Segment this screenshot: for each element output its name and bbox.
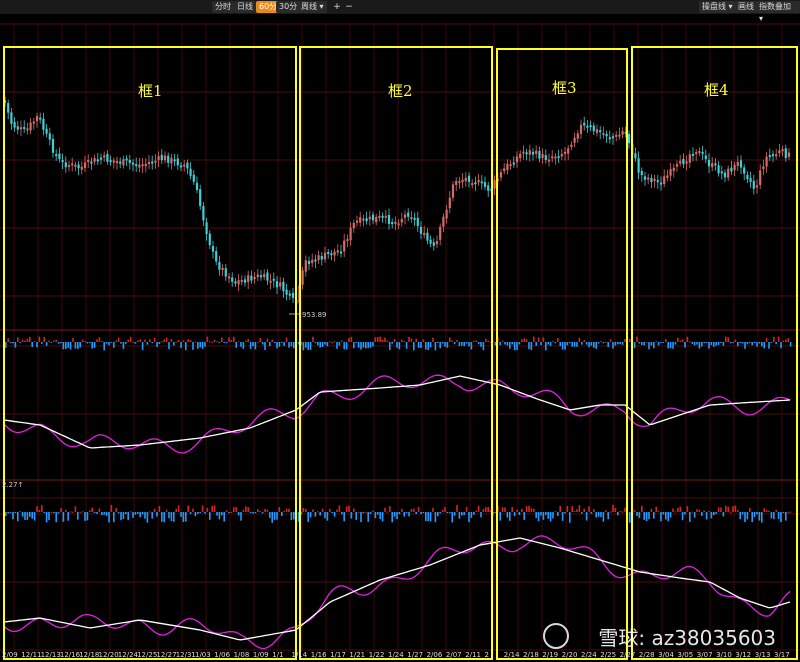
date-axis-label: 1/21 bbox=[349, 651, 366, 659]
date-axis-label: 1/27 bbox=[407, 651, 424, 659]
trade-line-dropdown[interactable]: 操盘线 ▾ bbox=[699, 1, 736, 13]
price-low-label: 953.89 bbox=[302, 311, 327, 319]
indicator-side-label: 2.27↑ bbox=[2, 481, 24, 489]
date-axis-label: 2/20 bbox=[561, 651, 578, 659]
date-axis-label: 12/25 bbox=[137, 651, 158, 659]
annotation-frame-4 bbox=[631, 46, 798, 660]
date-axis-label: 2/27 bbox=[619, 651, 636, 659]
draw-line-button[interactable]: 画线 bbox=[735, 1, 757, 13]
frame-4-label: 框4 bbox=[704, 81, 729, 99]
date-axis-label: 12/27 bbox=[156, 651, 177, 659]
chart-toolbar: 分时 日线 60分 30分 周线 ▾ + − 操盘线 ▾ 画线 指数叠加 ▾ bbox=[0, 0, 800, 23]
date-axis-label: 2/28 bbox=[638, 651, 655, 659]
date-axis-label: 12/16 bbox=[59, 651, 81, 659]
date-axis-label: 1/16 bbox=[310, 651, 327, 659]
date-axis-label: 3/04 bbox=[658, 651, 674, 659]
frame-1-label: 框1 bbox=[138, 82, 163, 100]
date-axis-label: 1/08 bbox=[233, 651, 250, 659]
period-minute-button[interactable]: 分时 bbox=[212, 1, 234, 13]
date-axis-label: 3/05 bbox=[677, 651, 694, 659]
date-axis-label: 1/03 bbox=[195, 651, 211, 659]
date-axis-label: 2/19 bbox=[542, 651, 559, 659]
annotation-frame-1 bbox=[3, 46, 297, 660]
date-axis-label: 2/11 bbox=[465, 651, 481, 659]
date-axis-label: 2 bbox=[484, 651, 489, 659]
date-axis-label: 3/07 bbox=[696, 651, 713, 659]
date-axis-label: 1/09 bbox=[252, 651, 269, 659]
date-axis-label: 2/14 bbox=[503, 651, 520, 659]
date-axis-label: 12/18 bbox=[79, 651, 100, 659]
index-overlay-dropdown[interactable]: 指数叠加 ▾ bbox=[756, 1, 800, 23]
date-axis-label: 2/06 bbox=[426, 651, 443, 659]
period-30min-button[interactable]: 30分 bbox=[276, 1, 301, 13]
frame-3-label: 框3 bbox=[552, 79, 577, 97]
date-axis-label: 3/13 bbox=[754, 651, 771, 659]
date-axis-label: 3/17 bbox=[774, 651, 790, 659]
date-axis-label: 1/06 bbox=[214, 651, 231, 659]
date-axis-label: 3/10 bbox=[716, 651, 732, 659]
date-axis-label: 2/07 bbox=[445, 651, 462, 659]
date-axis-label: 12/31 bbox=[175, 651, 196, 659]
annotation-frame-3 bbox=[496, 48, 628, 660]
period-weekly-dropdown[interactable]: 周线 ▾ bbox=[298, 1, 327, 13]
date-axis-label: 1/17 bbox=[330, 651, 346, 659]
date-axis-label: 3/12 bbox=[735, 651, 752, 659]
date-axis-label: 1/14 bbox=[291, 651, 308, 659]
date-axis-label: 12/11 bbox=[21, 651, 42, 659]
watermark: 雪球: az38035603 bbox=[598, 626, 776, 650]
date-axis-label: 12/13 bbox=[40, 651, 61, 659]
xueqiu-logo-icon bbox=[543, 623, 569, 649]
date-axis-label: 2/09 bbox=[2, 651, 18, 659]
date-axis-label: 2/18 bbox=[523, 651, 539, 659]
date-axis-label: 2/24 bbox=[581, 651, 597, 659]
zoom-in-button[interactable]: + bbox=[332, 1, 342, 13]
date-axis-label: 1/24 bbox=[388, 651, 404, 659]
candle-body bbox=[627, 133, 631, 144]
annotation-frame-2 bbox=[299, 46, 493, 660]
date-axis-label: 1/22 bbox=[368, 651, 385, 659]
period-daily-button[interactable]: 日线 bbox=[234, 1, 256, 13]
zoom-out-button[interactable]: − bbox=[344, 1, 354, 13]
date-axis-label: 12/24 bbox=[117, 651, 138, 659]
date-axis-label: 1/1 bbox=[272, 651, 284, 659]
frame-2-label: 框2 bbox=[388, 82, 413, 100]
date-axis-label: 12/20 bbox=[98, 651, 119, 659]
date-axis-label: 2/25 bbox=[600, 651, 617, 659]
